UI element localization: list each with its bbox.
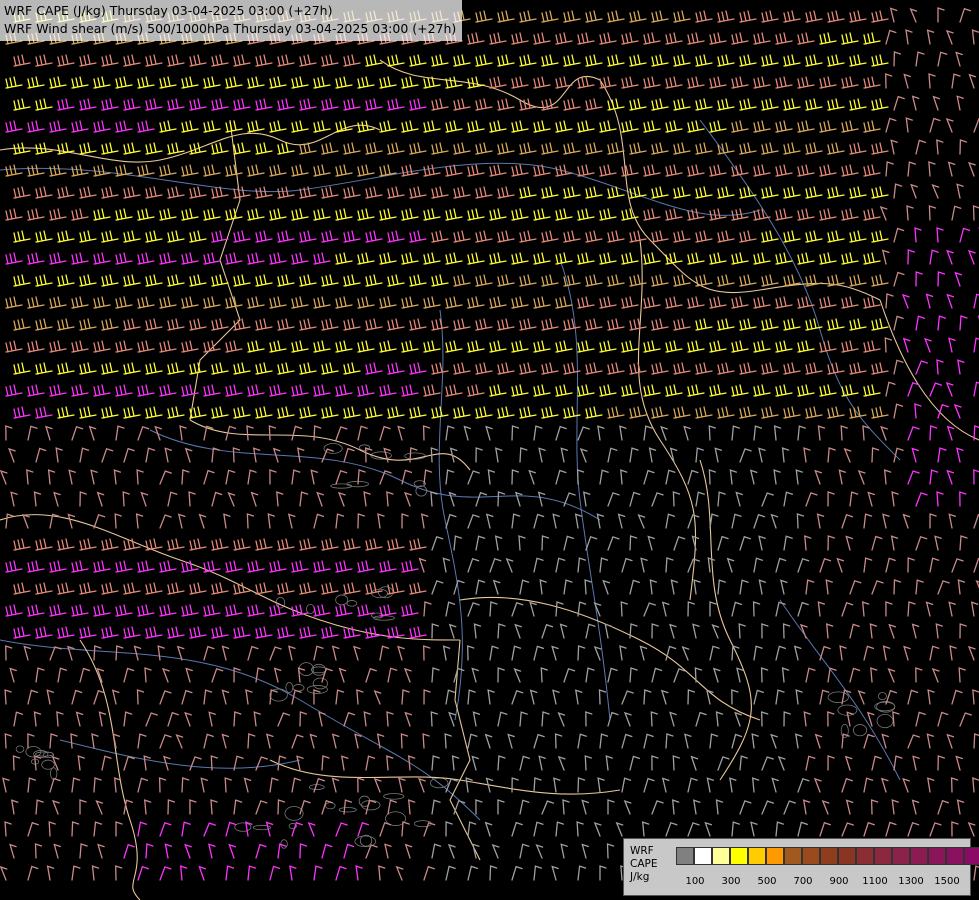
legend-swatch xyxy=(730,847,748,865)
map-background xyxy=(0,0,979,900)
legend-tick: 1500 xyxy=(934,876,960,887)
legend-swatch xyxy=(712,847,730,865)
legend-tick: 100 xyxy=(685,876,705,887)
legend-swatch xyxy=(946,847,964,865)
legend-swatch xyxy=(874,847,892,865)
legend-swatch xyxy=(856,847,874,865)
legend-swatch xyxy=(892,847,910,865)
legend-color-scale xyxy=(676,847,979,865)
legend-swatch xyxy=(928,847,946,865)
title-cape: WRF CAPE (J/kg) Thursday 03-04-2025 03:0… xyxy=(4,3,333,18)
legend-swatch xyxy=(964,847,979,865)
legend-swatch xyxy=(766,847,784,865)
title-wind-shear: WRF Wind shear (m/s) 500/1000hPa Thursda… xyxy=(4,21,457,36)
legend-swatch xyxy=(802,847,820,865)
legend-label: WRF CAPE J/kg xyxy=(630,845,657,884)
map-title: WRF CAPE (J/kg) Thursday 03-04-2025 03:0… xyxy=(0,0,463,41)
legend-tick: 1300 xyxy=(898,876,924,887)
cape-legend: WRF CAPE J/kg 100 300 500 700 900 1100 1… xyxy=(623,838,979,896)
legend-swatch xyxy=(748,847,766,865)
legend-tick: 1100 xyxy=(862,876,888,887)
legend-tick: 500 xyxy=(757,876,777,887)
legend-tick: 300 xyxy=(721,876,741,887)
legend-label-line3: J/kg xyxy=(630,871,650,883)
legend-tick: 900 xyxy=(829,876,849,887)
legend-tick-labels: 100 300 500 700 900 1100 1300 1500 xyxy=(676,876,966,890)
legend-swatch xyxy=(676,847,694,865)
legend-swatch xyxy=(910,847,928,865)
weather-map xyxy=(0,0,979,900)
legend-swatch xyxy=(784,847,802,865)
legend-tick: 700 xyxy=(793,876,813,887)
legend-swatch xyxy=(838,847,856,865)
legend-swatch xyxy=(820,847,838,865)
legend-label-line1: WRF xyxy=(630,845,654,857)
legend-label-line2: CAPE xyxy=(630,858,658,870)
legend-swatch xyxy=(694,847,712,865)
